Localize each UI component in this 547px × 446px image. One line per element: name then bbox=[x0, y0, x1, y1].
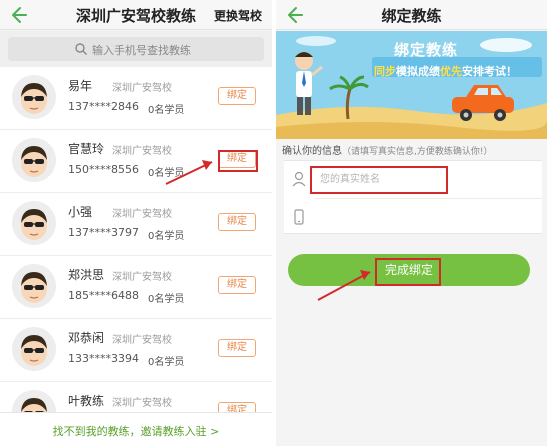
search-bar: 输入手机号查找教练 bbox=[0, 31, 272, 67]
coach-name: 郑洪思 bbox=[68, 268, 105, 282]
avatar bbox=[12, 75, 56, 119]
coach-row[interactable]: 邓恭闲 深圳广安驾校 133****3394 0名学员 绑定 bbox=[0, 319, 272, 382]
banner-subtitle: 同步模拟成绩优先安排考试！ bbox=[374, 63, 517, 79]
phone-input[interactable] bbox=[320, 207, 520, 227]
student-count: 0名学员 bbox=[148, 231, 185, 242]
phone-field-row bbox=[284, 199, 542, 236]
student-count: 0名学员 bbox=[148, 357, 185, 368]
coach-name: 小强 bbox=[68, 205, 93, 219]
nav-bar: 绑定教练 bbox=[276, 0, 547, 30]
student-count: 0名学员 bbox=[148, 294, 185, 305]
coach-school: 深圳广安驾校 bbox=[112, 146, 172, 157]
coach-school: 深圳广安驾校 bbox=[112, 209, 172, 220]
coach-name: 叶教练 bbox=[68, 394, 105, 408]
coach-school: 深圳广安驾校 bbox=[112, 83, 172, 94]
phone-icon bbox=[294, 209, 304, 225]
complete-binding-button[interactable]: 完成绑定 bbox=[288, 254, 530, 286]
footer-bar: 找不到我的教练，邀请教练入驻 > bbox=[0, 412, 272, 446]
real-name-input[interactable] bbox=[320, 169, 520, 189]
avatar bbox=[12, 201, 56, 245]
page-title: 绑定教练 bbox=[381, 7, 442, 25]
coach-list: 易年 深圳广安驾校 137****2846 0名学员 绑定 官慧玲 深圳广安驾校 150***… bbox=[0, 67, 272, 445]
coach-school: 深圳广安驾校 bbox=[112, 335, 172, 346]
bind-coach-screen: 绑定教练 绑定教练 同步模拟成绩优先安排考试！ 确认你的信息（请填写真实信息,方… bbox=[276, 0, 547, 446]
coach-row[interactable]: 官慧玲 深圳广安驾校 150****8556 0名学员 绑定 bbox=[0, 130, 272, 193]
info-hint: （请填写真实信息,方便教练确认你!） bbox=[342, 147, 493, 157]
bind-button[interactable]: 绑定 bbox=[218, 213, 256, 231]
avatar bbox=[12, 138, 56, 182]
user-icon bbox=[292, 171, 306, 187]
name-field-row bbox=[284, 161, 542, 199]
student-count: 0名学员 bbox=[148, 168, 185, 179]
avatar bbox=[12, 327, 56, 371]
avatar bbox=[12, 264, 56, 308]
bind-form bbox=[284, 160, 542, 234]
coach-phone: 133****3394 bbox=[68, 352, 139, 365]
search-icon bbox=[75, 43, 87, 55]
search-input[interactable]: 输入手机号查找教练 bbox=[8, 37, 264, 61]
coach-phone: 150****8556 bbox=[68, 163, 139, 176]
coach-row[interactable]: 郑洪思 深圳广安驾校 185****6488 0名学员 绑定 bbox=[0, 256, 272, 319]
coach-row[interactable]: 易年 深圳广安驾校 137****2846 0名学员 绑定 bbox=[0, 67, 272, 130]
student-count: 0名学员 bbox=[148, 105, 185, 116]
coach-school: 深圳广安驾校 bbox=[112, 398, 172, 409]
info-label-text: 确认你的信息 bbox=[282, 146, 342, 157]
coach-name: 官慧玲 bbox=[68, 142, 105, 156]
invite-coach-link[interactable]: 找不到我的教练，邀请教练入驻 > bbox=[0, 423, 272, 439]
nav-bar: 深圳广安驾校教练 更换驾校 bbox=[0, 0, 272, 30]
bind-button[interactable]: 绑定 bbox=[218, 276, 256, 294]
coach-phone: 137****3797 bbox=[68, 226, 139, 239]
banner-sub-part3: 优先 bbox=[440, 65, 462, 78]
coach-name: 易年 bbox=[68, 79, 93, 93]
promo-banner: 绑定教练 同步模拟成绩优先安排考试！ bbox=[276, 31, 547, 139]
coach-name: 邓恭闲 bbox=[68, 331, 105, 345]
search-placeholder: 输入手机号查找教练 bbox=[92, 44, 191, 57]
bind-button[interactable]: 绑定 bbox=[218, 339, 256, 357]
info-label: 确认你的信息（请填写真实信息,方便教练确认你!） bbox=[282, 142, 492, 157]
coach-school: 深圳广安驾校 bbox=[112, 272, 172, 283]
banner-title: 绑定教练 bbox=[394, 41, 459, 59]
coach-list-screen: 深圳广安驾校教练 更换驾校 输入手机号查找教练 易年 深圳广安驾校 137****2… bbox=[0, 0, 272, 446]
bind-button[interactable]: 绑定 bbox=[218, 150, 256, 168]
coach-row[interactable]: 小强 深圳广安驾校 137****3797 0名学员 绑定 bbox=[0, 193, 272, 256]
coach-phone: 137****2846 bbox=[68, 100, 139, 113]
banner-sub-part2: 模拟成绩 bbox=[396, 65, 440, 78]
bind-button[interactable]: 绑定 bbox=[218, 87, 256, 105]
banner-sub-part1: 同步 bbox=[374, 65, 396, 78]
banner-sub-part4: 安排考试！ bbox=[462, 65, 517, 78]
switch-school-button[interactable]: 更换驾校 bbox=[214, 7, 262, 24]
coach-phone: 185****6488 bbox=[68, 289, 139, 302]
